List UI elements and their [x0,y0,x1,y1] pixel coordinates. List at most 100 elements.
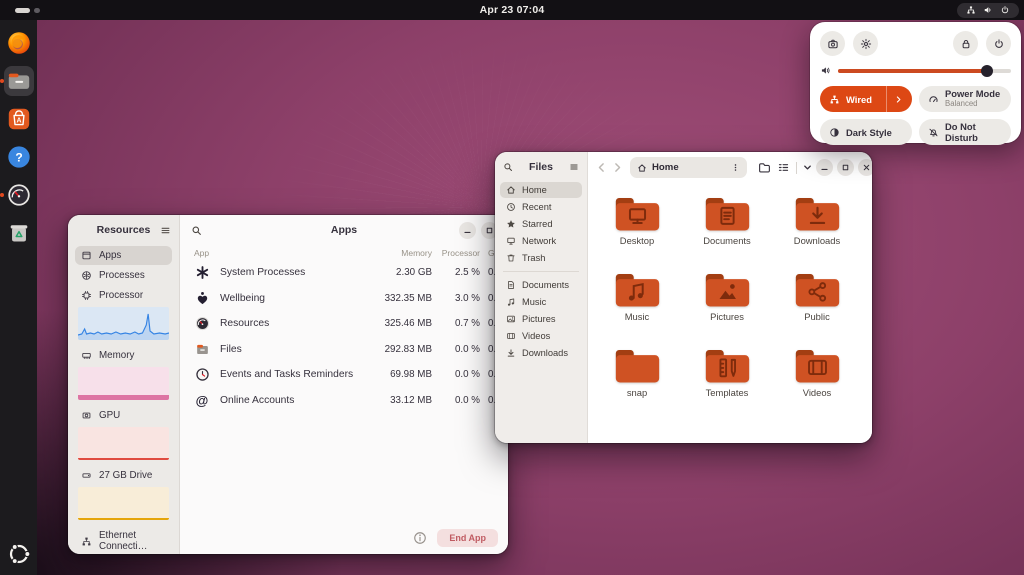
new-folder-button[interactable] [756,160,772,176]
workspace-pill-active[interactable] [15,8,30,13]
sidebar-item-trash[interactable]: Trash [500,250,582,266]
path-bar[interactable]: Home [630,157,747,178]
end-app-button[interactable]: End App [437,529,498,547]
workspace-indicator[interactable] [15,8,40,13]
chevron-right-icon[interactable] [886,86,903,112]
sidebar-item-starred[interactable]: Starred [500,216,582,232]
folder-documents[interactable]: Documents [682,194,772,270]
resources-icon [194,316,210,332]
sidebar-item-label: Network [522,236,556,246]
sidebar-item-processes[interactable]: Processes [75,266,172,285]
table-row[interactable]: Files292.83 MB0.0 %0. [180,337,508,363]
info-icon[interactable] [413,531,427,545]
table-row[interactable]: System Processes2.30 GB2.5 %0. [180,260,508,286]
folder-icon [613,270,662,310]
tile-dark-style[interactable]: Dark Style [820,119,912,145]
folder-public[interactable]: Public [772,270,862,346]
files-main-pane: Home DesktopDocumentsDownloads MusicPictu… [588,152,872,443]
folder-music[interactable]: Music [592,270,682,346]
forward-button[interactable] [611,161,624,174]
folder-snap[interactable]: snap [592,346,682,422]
back-button[interactable] [595,161,608,174]
lock-icon [960,38,972,50]
table-row[interactable]: Events and Tasks Reminders69.98 MB0.0 %0… [180,362,508,388]
sidebar-item-music[interactable]: Music [500,294,582,310]
power-button[interactable] [986,31,1011,56]
sidebar-item-documents[interactable]: Documents [500,277,582,293]
menu-icon[interactable] [160,225,171,236]
column-header-app[interactable]: App [194,248,366,258]
sidebar-item-network[interactable]: Network [500,233,582,249]
sidebar-item-processor[interactable]: Processor [75,286,172,305]
sidebar-item-memory[interactable]: Memory [75,346,172,365]
kebab-menu-icon[interactable] [731,163,740,172]
sidebar-item-pictures[interactable]: Pictures [500,311,582,327]
sidebar-item-ethernet-connecti-[interactable]: Ethernet Connecti… [75,526,172,554]
folder-videos[interactable]: Videos [772,346,862,422]
folder-pictures[interactable]: Pictures [682,270,772,346]
processor-chart [78,307,169,340]
workspace-pill-other[interactable] [34,8,40,13]
minimize-button[interactable] [816,159,833,176]
tile-power-mode[interactable]: Power ModeBalanced [919,86,1011,112]
network-tray-icon [966,5,976,15]
maximize-button[interactable] [837,159,854,176]
dock-item-trash[interactable] [4,218,34,248]
system-tray[interactable] [957,3,1019,18]
processor-value: 0.7 % [432,318,480,329]
table-row[interactable]: @Online Accounts33.12 MB0.0 %0. [180,388,508,414]
volume-slider[interactable] [838,69,1011,73]
sidebar-item-apps[interactable]: Apps [75,246,172,265]
dock-item-firefox[interactable] [4,28,34,58]
app-name: Events and Tasks Reminders [220,369,366,380]
sidebar-item-27-gb-drive[interactable]: 27 GB Drive [75,466,172,485]
table-row[interactable]: Resources325.46 MB0.7 %0. [180,311,508,337]
search-icon[interactable] [503,162,513,172]
resources-view-title: Apps [331,224,357,236]
menu-icon[interactable] [569,162,579,172]
settings-button[interactable] [853,31,878,56]
dock-item-resources[interactable] [4,180,34,210]
dock-item-help[interactable]: ? [4,142,34,172]
column-header-memory[interactable]: Memory [366,248,432,258]
folder-desktop[interactable]: Desktop [592,194,682,270]
tile-do-not-disturb[interactable]: Do Not Disturb [919,119,1011,145]
folder-icon [703,346,752,386]
column-header-processor[interactable]: Processor [432,248,480,258]
screenshot-button[interactable] [820,31,845,56]
drive-icon [81,470,92,481]
sidebar-item-videos[interactable]: Videos [500,328,582,344]
volume-slider-knob[interactable] [981,65,993,77]
sidebar-item-label: Pictures [522,314,556,324]
tile-wired[interactable]: Wired [820,86,912,112]
tile-label: Do Not Disturb [945,121,1002,143]
folder-templates[interactable]: Templates [682,346,772,422]
processes-icon [81,270,92,281]
sidebar-item-home[interactable]: Home [500,182,582,198]
minimize-button[interactable] [459,222,476,239]
videos-icon [506,331,516,341]
sidebar-item-label: Downloads [522,348,568,358]
running-indicator-dot [0,79,4,83]
table-row[interactable]: Wellbeing332.35 MB3.0 %0. [180,286,508,312]
folder-icon [793,194,842,234]
search-icon[interactable] [191,225,202,236]
sidebar-item-label: Videos [522,331,550,341]
processor-value: 0.0 % [432,369,480,380]
clock[interactable]: Apr 23 07:04 [480,4,545,16]
list-view-button[interactable] [775,160,791,176]
sidebar-item-gpu[interactable]: GPU [75,406,172,425]
folder-downloads[interactable]: Downloads [772,194,862,270]
show-apps-button[interactable] [4,539,34,569]
path-label: Home [652,162,726,173]
sidebar-item-recent[interactable]: Recent [500,199,582,215]
sidebar-item-downloads[interactable]: Downloads [500,345,582,361]
svg-text:A: A [16,118,21,125]
view-options-chevron[interactable] [802,160,813,176]
close-button[interactable] [858,159,872,176]
dock-item-app-center[interactable]: A [4,104,34,134]
screenshot-icon [827,38,839,50]
dock-item-files[interactable] [4,66,34,96]
lock-button[interactable] [953,31,978,56]
app-name: Files [220,344,366,355]
